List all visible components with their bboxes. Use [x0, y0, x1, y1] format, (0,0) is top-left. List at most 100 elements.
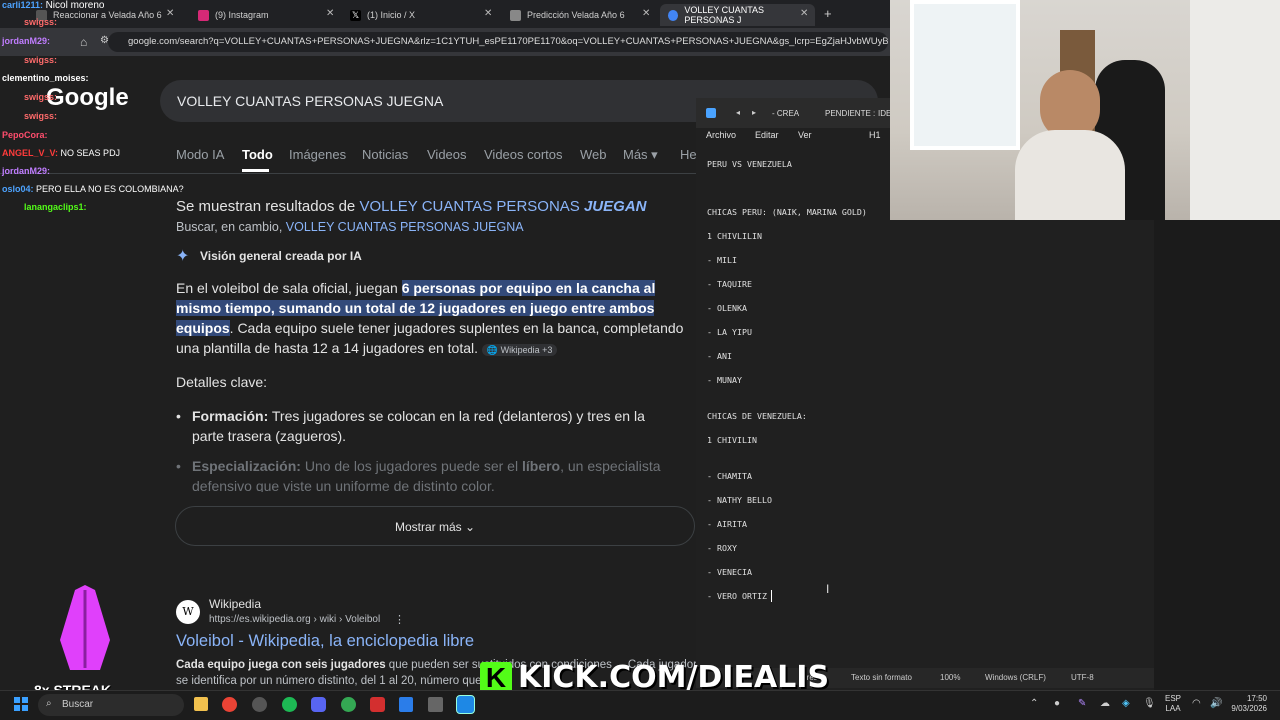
note-line[interactable]: - VENECIA	[707, 567, 752, 577]
windows-start-icon[interactable]	[14, 697, 28, 711]
wifi-icon[interactable]: ◠	[1192, 698, 1201, 709]
tab-modo-ia[interactable]: Modo IA	[176, 147, 224, 162]
close-icon[interactable]: ✕	[642, 8, 651, 19]
close-icon[interactable]: ✕	[326, 8, 334, 19]
chat-user: jordanM29:	[2, 36, 51, 46]
menu-ver[interactable]: Ver	[798, 130, 812, 140]
tab-noticias[interactable]: Noticias	[362, 147, 408, 162]
taskbar-search-input[interactable]: ⌕ Buscar	[38, 694, 184, 716]
note-line[interactable]: CHICAS PERU: (NAIK, MARINA GOLD)	[707, 207, 867, 217]
mic-icon[interactable]: 🎙	[1143, 698, 1156, 709]
new-tab-button[interactable]: +	[824, 6, 832, 21]
taskbar-search-placeholder: Buscar	[62, 699, 94, 710]
streamer-body-image	[1015, 130, 1125, 220]
notepad-menu-bar: Archivo Editar Ver H1	[696, 128, 890, 146]
menu-editar[interactable]: Editar	[755, 130, 779, 140]
calculator-icon[interactable]	[428, 697, 443, 712]
ibeam-cursor-icon: I	[826, 582, 830, 596]
close-icon[interactable]: ✕	[166, 8, 174, 19]
ai-text-part: . Cada equipo suele tener jugadores supl…	[176, 320, 684, 356]
note-line[interactable]: - MILI	[707, 255, 737, 265]
cloud-icon[interactable]: ☁	[1100, 698, 1110, 709]
bullet-text: Uno de los jugadores puede ser el	[300, 458, 522, 474]
google-logo[interactable]: Google	[46, 84, 129, 112]
result-title-link[interactable]: Voleibol - Wikipedia, la enciclopedia li…	[176, 632, 474, 651]
corrected-query-link[interactable]: VOLLEY CUANTAS PERSONAS	[359, 198, 584, 215]
chrome-profile-icon[interactable]	[341, 697, 356, 712]
note-line[interactable]: PERU VS VENEZUELA	[707, 159, 792, 169]
note-line[interactable]: - ROXY	[707, 543, 737, 553]
note-line[interactable]: 1 CHIVILIN	[707, 435, 757, 445]
close-icon[interactable]: ✕	[484, 8, 492, 19]
note-line[interactable]: - NATHY BELLO	[707, 495, 772, 505]
note-line[interactable]: - VERO ORTIZ	[707, 591, 767, 601]
note-line[interactable]: 1 CHIVLILIN	[707, 231, 762, 241]
clock-date: 9/03/2026	[1231, 704, 1267, 713]
notepad-icon	[706, 108, 716, 118]
chat-message: clementino_moises:	[2, 73, 89, 83]
tab-imagenes[interactable]: Imágenes	[289, 147, 346, 162]
notepad-tab[interactable]: - CREA	[772, 109, 799, 118]
status-format: Texto sin formato	[851, 673, 912, 682]
result-url[interactable]: https://es.wikipedia.org › wiki › Voleib…	[209, 614, 380, 625]
note-line[interactable]: - OLENKA	[707, 303, 747, 313]
pen-icon[interactable]: ✎	[1078, 698, 1086, 709]
note-line[interactable]: - AIRITA	[707, 519, 747, 529]
chevron-up-icon[interactable]: ⌃	[1030, 698, 1038, 709]
tab-videos-cortos[interactable]: Videos cortos	[484, 147, 563, 162]
spelling-correction: Se muestran resultados de VOLLEY CUANTAS…	[176, 198, 646, 215]
file-explorer-icon[interactable]	[194, 697, 208, 711]
tab-prediccion[interactable]: Predicción Velada Año 6 ✕	[502, 4, 657, 26]
heading-dropdown[interactable]: H1	[869, 130, 881, 140]
note-line[interactable]: - MUNAY	[707, 375, 742, 385]
status-zoom[interactable]: 100%	[940, 673, 960, 682]
result-site-name[interactable]: Wikipedia	[209, 597, 261, 611]
chevron-right-icon[interactable]: ▸	[752, 108, 756, 117]
close-icon[interactable]: ✕	[800, 8, 809, 19]
note-line[interactable]: - CHAMITA	[707, 471, 752, 481]
tab-videos[interactable]: Videos	[427, 147, 467, 162]
corrected-word-link[interactable]: JUEGAN	[584, 198, 647, 215]
home-icon[interactable]: ⌂	[80, 35, 87, 49]
tab-web[interactable]: Web	[580, 147, 607, 162]
ai-text-part: En el voleibol de sala oficial, juegan	[176, 280, 402, 296]
bullet-icon: •	[176, 458, 181, 474]
chrome-icon[interactable]	[222, 697, 237, 712]
chat-message: swigss:	[24, 55, 57, 65]
tab-instagram[interactable]: (9) Instagram ✕	[190, 4, 340, 26]
ai-sparkle-icon: ✦	[176, 248, 190, 265]
more-options-icon[interactable]: ⋮	[394, 613, 405, 626]
ai-source-chip[interactable]: 🌐 Wikipedia +3	[481, 344, 558, 356]
chevron-left-icon[interactable]: ◂	[736, 108, 740, 117]
volume-icon[interactable]: 🔊	[1210, 698, 1222, 709]
show-more-button[interactable]: Mostrar más ⌄	[175, 506, 695, 546]
tab-herramientas[interactable]: He	[680, 147, 697, 162]
tab-x[interactable]: 𝕏 (1) Inicio / X ✕	[342, 4, 497, 26]
url-bar[interactable]: google.com/search?q=VOLLEY+CUANTAS+PERSO…	[108, 32, 888, 52]
tray-icon[interactable]: ●	[1054, 698, 1060, 709]
language-indicator[interactable]: ESP LAA	[1165, 694, 1181, 714]
clock[interactable]: 17:50 9/03/2026	[1227, 694, 1267, 714]
note-line[interactable]: - LA YIPU	[707, 327, 752, 337]
tab-todo[interactable]: Todo	[242, 147, 273, 162]
chat-user: carli1211:	[2, 0, 44, 10]
tab-label: Predicción Velada Año 6	[527, 10, 625, 20]
obs-icon[interactable]	[252, 697, 267, 712]
snippet-bold: Cada equipo juega con seis jugadores	[176, 659, 386, 671]
notepad-taskbar-icon[interactable]	[399, 697, 413, 712]
app-icon[interactable]	[370, 697, 385, 712]
note-line[interactable]: CHICAS DE VENEZUELA:	[707, 411, 807, 421]
original-query-link[interactable]: VOLLEY CUANTAS PERSONAS JUEGNA	[286, 220, 524, 234]
menu-archivo[interactable]: Archivo	[706, 130, 736, 140]
keyboard-layout: LAA	[1165, 704, 1181, 713]
tab-mas[interactable]: Más ▾	[623, 147, 658, 163]
tab-volley-active[interactable]: VOLLEY CUANTAS PERSONAS J ✕	[660, 4, 815, 26]
note-line[interactable]: - ANI	[707, 351, 732, 361]
wikipedia-favicon-icon: W	[176, 600, 200, 624]
active-app-icon[interactable]	[456, 695, 475, 714]
defender-icon[interactable]: ◈	[1122, 698, 1130, 709]
spotify-icon[interactable]	[282, 697, 297, 712]
notepad-tab[interactable]: PENDIENTE :	[825, 109, 875, 118]
note-line[interactable]: - TAQUIRE	[707, 279, 752, 289]
discord-icon[interactable]	[311, 697, 326, 712]
